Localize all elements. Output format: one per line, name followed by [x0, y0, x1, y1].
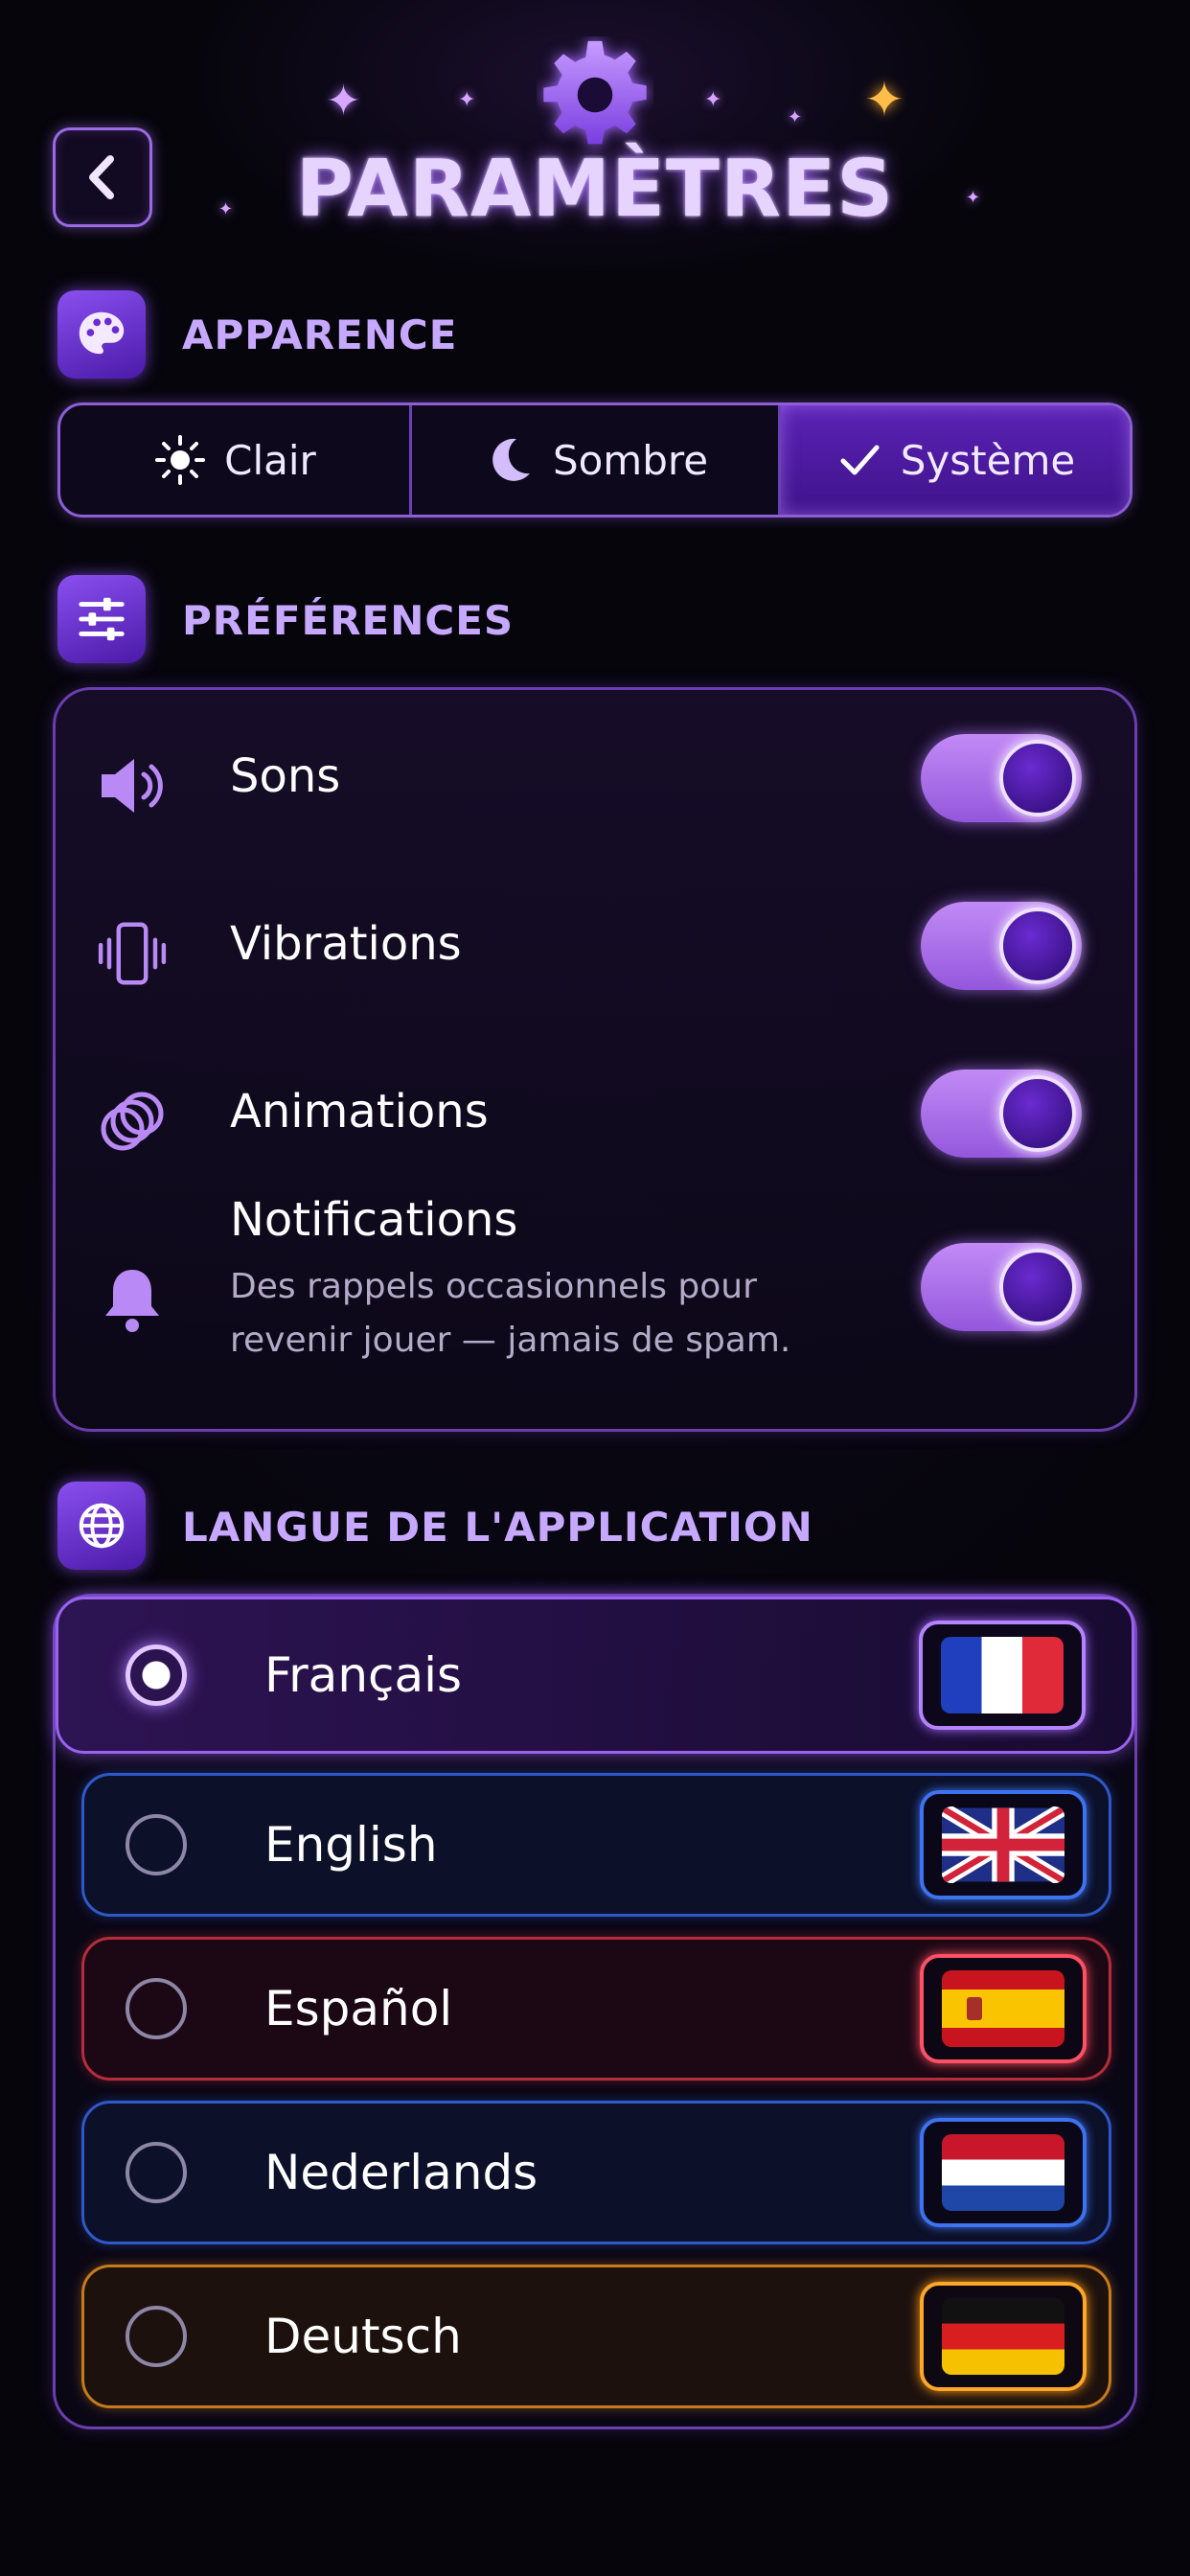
- language-label: Español: [264, 1981, 453, 2036]
- radio-unselected: [126, 1814, 187, 1875]
- germany-flag-icon: [920, 2282, 1087, 2391]
- preferences-card: Sons Vibrations Animations Notifications…: [53, 687, 1137, 1432]
- sparkle-icon: ✦: [788, 107, 803, 127]
- radio-selected: [126, 1644, 187, 1706]
- language-option-dutch[interactable]: Nederlands: [81, 2101, 1111, 2244]
- theme-option-dark[interactable]: Sombre: [412, 405, 781, 515]
- radio-unselected: [126, 2306, 187, 2367]
- moon-icon: [492, 438, 530, 481]
- theme-option-light[interactable]: Clair: [60, 405, 412, 515]
- theme-option-system[interactable]: Système: [781, 405, 1130, 515]
- language-option-french[interactable]: Français: [56, 1597, 1134, 1754]
- animations-toggle[interactable]: [921, 1070, 1082, 1158]
- radio-unselected: [126, 1978, 187, 2039]
- preference-label: Notifications: [230, 1193, 518, 1247]
- speaker-icon: [94, 748, 171, 824]
- palette-icon: [57, 290, 146, 379]
- sliders-icon: [57, 575, 146, 663]
- france-flag-icon: [919, 1621, 1086, 1730]
- language-option-german[interactable]: Deutsch: [81, 2265, 1111, 2408]
- phone-vibrate-icon: [94, 915, 171, 992]
- section-label-preferences: PRÉFÉRENCES: [182, 597, 515, 644]
- spain-flag-icon: [920, 1954, 1087, 2063]
- uk-flag-icon: [920, 1790, 1087, 1899]
- check-icon: [840, 445, 880, 475]
- notifications-description-line-2: revenir jouer — jamais de spam.: [230, 1321, 791, 1360]
- section-label-language: LANGUE DE L'APPLICATION: [182, 1504, 813, 1551]
- notifications-toggle[interactable]: [921, 1243, 1082, 1331]
- globe-icon: [57, 1482, 146, 1570]
- language-option-english[interactable]: English: [81, 1773, 1111, 1917]
- theme-option-label: Système: [900, 436, 1076, 484]
- language-label: Français: [264, 1647, 463, 1703]
- netherlands-flag-icon: [920, 2118, 1087, 2227]
- language-label: English: [264, 1817, 438, 1873]
- preference-label: Sons: [230, 749, 341, 803]
- language-label: Deutsch: [264, 2309, 462, 2364]
- preference-label: Animations: [230, 1085, 489, 1138]
- theme-segmented-control: Clair Sombre Système: [57, 402, 1133, 518]
- preference-label: Vibrations: [230, 917, 462, 971]
- sparkle-icon: ✦: [458, 88, 476, 112]
- bell-icon: [94, 1262, 171, 1339]
- page-title: PARAMÈTRES: [295, 144, 895, 235]
- vibrations-toggle[interactable]: [921, 902, 1082, 990]
- theme-option-label: Clair: [224, 436, 316, 484]
- section-label-appearance: APPARENCE: [182, 311, 458, 358]
- sparkle-icon: ✦: [326, 77, 361, 126]
- sounds-toggle[interactable]: [921, 734, 1082, 822]
- radio-unselected: [126, 2142, 187, 2203]
- sparkle-icon: ✦: [704, 88, 722, 112]
- rings-icon: [94, 1083, 171, 1160]
- theme-option-label: Sombre: [552, 436, 709, 484]
- sparkle-icon: ✦: [864, 72, 904, 127]
- gear-icon: [543, 40, 647, 145]
- language-label: Nederlands: [264, 2145, 538, 2200]
- sun-icon: [155, 435, 206, 485]
- notifications-description-line-1: Des rappels occasionnels pour: [230, 1267, 757, 1306]
- language-option-spanish[interactable]: Español: [81, 1937, 1111, 2081]
